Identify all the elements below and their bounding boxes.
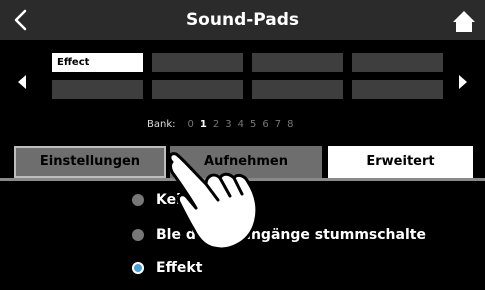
- pad-button[interactable]: [252, 80, 343, 99]
- bank-number-current[interactable]: 1: [200, 119, 207, 130]
- pad-button[interactable]: [152, 80, 243, 99]
- page-title: Sound-Pads: [185, 10, 300, 30]
- bank-label: Bank:: [147, 119, 176, 130]
- tab-einstellungen[interactable]: Einstellungen: [14, 146, 166, 178]
- pad-button[interactable]: [252, 53, 343, 72]
- bank-number[interactable]: 5: [250, 119, 256, 130]
- tab-erweitert[interactable]: Erweitert: [328, 146, 473, 178]
- bank-number[interactable]: 4: [238, 119, 244, 130]
- triangle-left-icon: [18, 75, 26, 89]
- home-button[interactable]: [449, 6, 479, 36]
- pad-button[interactable]: [152, 53, 243, 72]
- home-icon: [453, 11, 475, 32]
- bank-selector: Bank: 0 1 2 3 4 5 6 7 8: [147, 119, 293, 130]
- bank-number[interactable]: 8: [287, 119, 293, 130]
- tap-hand-icon: [168, 152, 259, 251]
- pad-button[interactable]: Effect: [52, 53, 143, 72]
- pad-area: Effect Bank: 0 1 2 3 4 5 6 7 8: [0, 40, 485, 140]
- pad-button[interactable]: [352, 53, 443, 72]
- radio-button[interactable]: [132, 194, 144, 206]
- pad-grid: Effect: [52, 53, 443, 99]
- pad-button[interactable]: [52, 80, 143, 99]
- radio-button[interactable]: [132, 229, 144, 241]
- bank-number[interactable]: 0: [188, 119, 194, 130]
- screen: Sound-Pads Effect Bank: 0 1 2 3 4 5 6 7 …: [0, 0, 485, 290]
- bank-number[interactable]: 3: [225, 119, 231, 130]
- pad-button[interactable]: [352, 80, 443, 99]
- previous-pads-button[interactable]: [12, 70, 32, 94]
- next-pads-button[interactable]: [453, 70, 473, 94]
- bank-number[interactable]: 2: [213, 119, 219, 130]
- bank-number[interactable]: 6: [262, 119, 268, 130]
- triangle-right-icon: [459, 75, 467, 89]
- bank-number[interactable]: 7: [275, 119, 281, 130]
- radio-button-selected[interactable]: [132, 262, 144, 274]
- option-label: Effekt: [156, 260, 203, 276]
- title-bar: Sound-Pads: [0, 0, 485, 40]
